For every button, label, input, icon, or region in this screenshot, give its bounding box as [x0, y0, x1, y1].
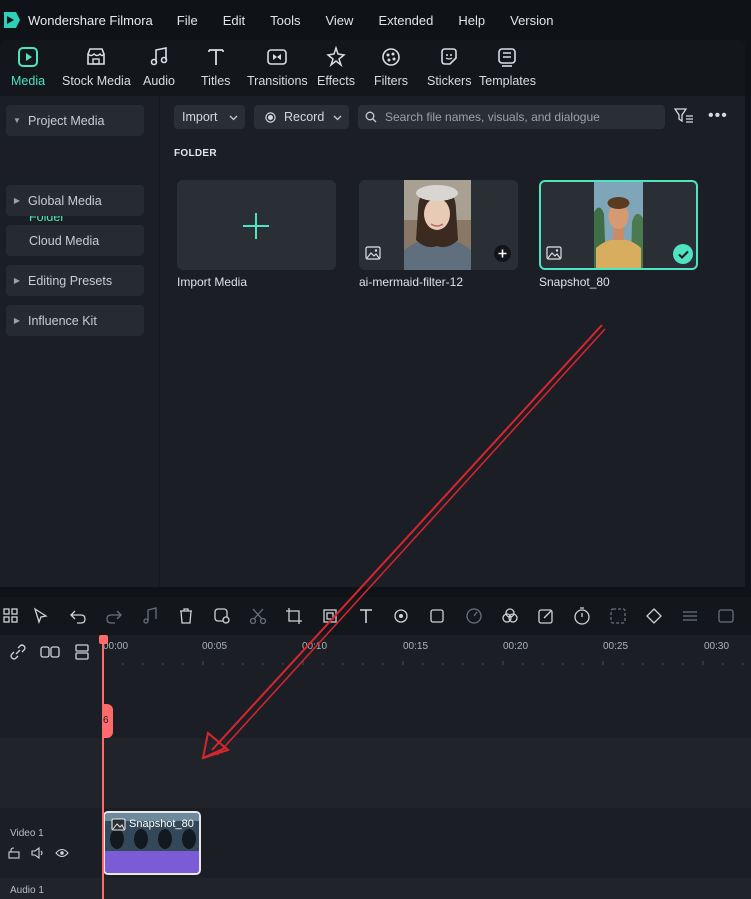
annotation-arrow — [201, 324, 606, 760]
